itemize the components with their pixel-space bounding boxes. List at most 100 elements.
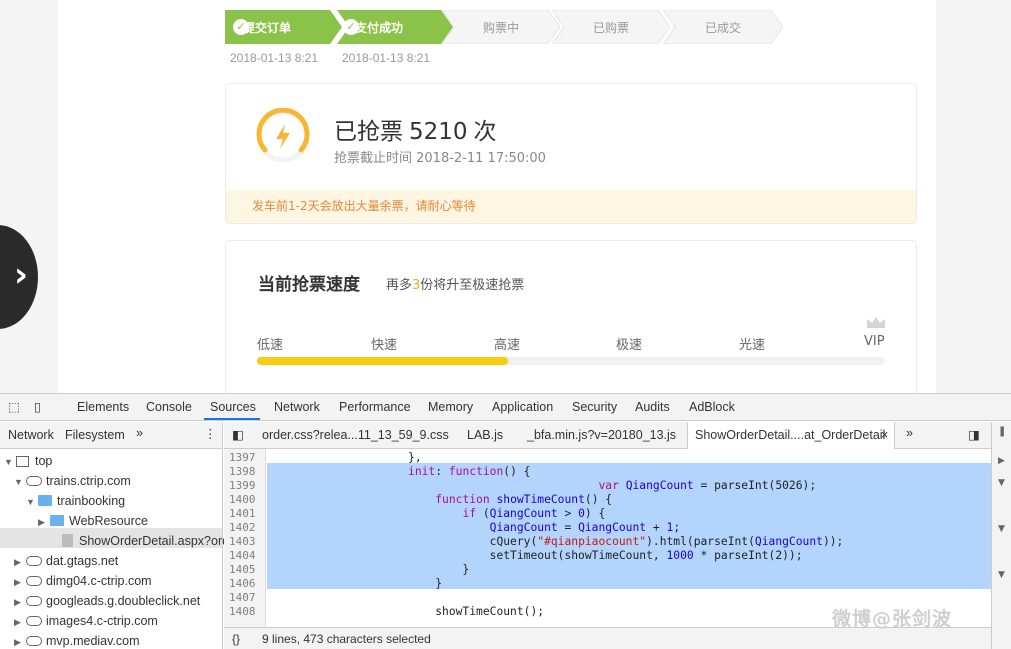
tab-security[interactable]: Security — [572, 400, 617, 414]
weibo-watermark: 微博@张剑波 — [832, 608, 953, 630]
triangle-down-icon: ▼ — [14, 477, 23, 487]
line-number[interactable]: 1397 — [229, 451, 256, 464]
code-line[interactable]: setTimeout(showTimeCount, 1000 * parseIn… — [272, 549, 803, 562]
speed-sub-suffix: 份将升至极速抢票 — [420, 278, 525, 293]
tree-label: trainbooking — [57, 494, 126, 508]
line-number[interactable]: 1406 — [229, 577, 256, 590]
inspect-icon[interactable]: ⬚ — [8, 399, 20, 414]
line-number[interactable]: 1408 — [229, 605, 256, 618]
toggle-debugger-icon[interactable]: ◨ — [968, 427, 980, 442]
code-line[interactable]: }, — [272, 451, 422, 464]
tree-item-domain[interactable]: ▶ dimg04.c-ctrip.com — [14, 574, 152, 588]
tree-item-file[interactable]: ShowOrderDetail.aspx?orde — [50, 534, 236, 548]
nav-tab-filesystem[interactable]: Filesystem — [65, 428, 125, 442]
tree-label: WebResource — [69, 514, 148, 528]
line-number[interactable]: 1403 — [229, 535, 256, 548]
triangle-down-icon[interactable]: ▼ — [998, 570, 1005, 580]
tab-sources[interactable]: Sources — [210, 400, 256, 414]
code-line[interactable]: cQuery("#qianpiaocount").html(parseInt(Q… — [272, 535, 844, 548]
speed-progress-track — [257, 357, 885, 365]
frame-icon — [16, 456, 29, 467]
grab-prefix: 已抢票 — [334, 119, 403, 145]
line-number[interactable]: 1401 — [229, 507, 256, 520]
triangle-down-icon: ▼ — [4, 457, 13, 467]
tab-audits[interactable]: Audits — [635, 400, 670, 414]
line-number[interactable]: 1400 — [229, 493, 256, 506]
code-line[interactable]: QiangCount = QiangCount + 1; — [272, 521, 680, 534]
triangle-right-icon: ▶ — [14, 597, 21, 607]
triangle-right-icon: ▶ — [14, 557, 21, 567]
more-tabs-icon[interactable]: » — [136, 426, 143, 440]
tree-item-top[interactable]: ▼ top — [4, 454, 52, 468]
line-number[interactable]: 1398 — [229, 465, 256, 478]
file-icon — [62, 534, 73, 547]
tab-console[interactable]: Console — [146, 400, 192, 414]
speed-card: 当前抢票速度 再多3份将升至极速抢票 低速 快速 高速 极速 光速 VIP — [225, 240, 917, 393]
code-line[interactable]: init: function() { — [272, 465, 530, 478]
tab-application[interactable]: Application — [492, 400, 553, 414]
speed-level: VIP — [864, 334, 885, 349]
triangle-down-icon[interactable]: ▼ — [998, 478, 1005, 488]
tree-item-domain[interactable]: ▶ mvp.mediav.com — [14, 634, 140, 648]
page-margin — [936, 0, 1011, 393]
speed-level: 光速 — [739, 338, 766, 353]
line-number[interactable]: 1405 — [229, 563, 256, 576]
file-tab-active-label[interactable]: ShowOrderDetail....at_OrderDetail — [695, 428, 885, 442]
tree-item-domain[interactable]: ▶ googleads.g.doubleclick.net — [14, 594, 200, 608]
check-icon: ✓ — [343, 19, 359, 35]
line-number[interactable]: 1399 — [229, 479, 256, 492]
line-number[interactable]: 1402 — [229, 521, 256, 534]
notice-banner: 发车前1-2天会放出大量余票，请耐心等待 — [226, 190, 916, 223]
tab-adblock[interactable]: AdBlock — [689, 400, 735, 414]
pretty-print-icon[interactable]: {} — [232, 632, 240, 646]
tab-memory[interactable]: Memory — [428, 400, 473, 414]
pause-icon[interactable]: ❚ — [998, 426, 1006, 437]
tab-elements[interactable]: Elements — [77, 400, 129, 414]
nav-tab-network[interactable]: Network — [8, 428, 54, 442]
speed-level: 快速 — [371, 338, 398, 353]
file-tab[interactable]: _bfa.min.js?v=20180_13.js — [527, 428, 676, 442]
tab-network[interactable]: Network — [274, 400, 320, 414]
triangle-down-icon[interactable]: ▼ — [998, 524, 1005, 534]
close-icon[interactable]: × — [881, 428, 888, 442]
line-number[interactable]: 1404 — [229, 549, 256, 562]
speed-level: 低速 — [257, 338, 284, 353]
tree-label: trains.ctrip.com — [46, 474, 131, 488]
tree-label: top — [35, 454, 53, 468]
file-tab[interactable]: order.css?relea...11_13_59_9.css — [262, 428, 449, 442]
code-line[interactable]: } — [272, 563, 469, 576]
tree-label: dimg04.c-ctrip.com — [46, 574, 152, 588]
tab-performance[interactable]: Performance — [339, 400, 411, 414]
device-toggle-icon[interactable]: ▯ — [34, 399, 41, 414]
code-line[interactable]: } — [272, 577, 442, 590]
triangle-down-icon: ▼ — [26, 497, 35, 507]
kebab-menu-icon[interactable]: ⋮ — [204, 426, 217, 441]
triangle-right-icon[interactable]: ▶ — [998, 456, 1005, 466]
step-booking: 购票中 — [442, 10, 560, 44]
code-line[interactable]: if (QiangCount > 0) { — [272, 507, 605, 520]
grab-suffix: 次 — [473, 119, 497, 145]
tree-item-domain[interactable]: ▼ trains.ctrip.com — [14, 474, 131, 488]
speed-level: 极速 — [616, 338, 643, 353]
step-completed: 已成交 — [663, 10, 783, 44]
tree-item-folder[interactable]: ▼ trainbooking — [26, 494, 125, 508]
tree-item-domain[interactable]: ▶ dat.gtags.net — [14, 554, 118, 568]
step-label: 已成交 — [704, 20, 741, 35]
lightning-gauge-icon — [256, 108, 310, 163]
code-line[interactable]: function showTimeCount() { — [272, 493, 612, 506]
file-tab[interactable]: LAB.js — [467, 428, 503, 442]
line-number[interactable]: 1407 — [229, 591, 256, 604]
toggle-navigator-icon[interactable]: ◧ — [232, 427, 244, 442]
code-line[interactable]: showTimeCount(); — [272, 605, 544, 618]
folder-icon — [38, 495, 52, 506]
tree-item-domain[interactable]: ▶ images4.c-ctrip.com — [14, 614, 158, 628]
grab-count-title: 已抢票 5210 次 — [334, 112, 497, 146]
cloud-icon — [26, 616, 42, 626]
tree-item-folder[interactable]: ▶ WebResource — [38, 514, 148, 528]
more-tabs-icon[interactable]: » — [906, 426, 913, 440]
next-arrow-button[interactable]: › — [0, 225, 38, 329]
navigator-header: Network Filesystem » ⋮ — [0, 422, 222, 449]
cloud-icon — [26, 596, 42, 606]
code-line[interactable]: var QiangCount = parseInt(5026); — [272, 479, 816, 492]
grab-count: 5210 — [409, 119, 468, 145]
